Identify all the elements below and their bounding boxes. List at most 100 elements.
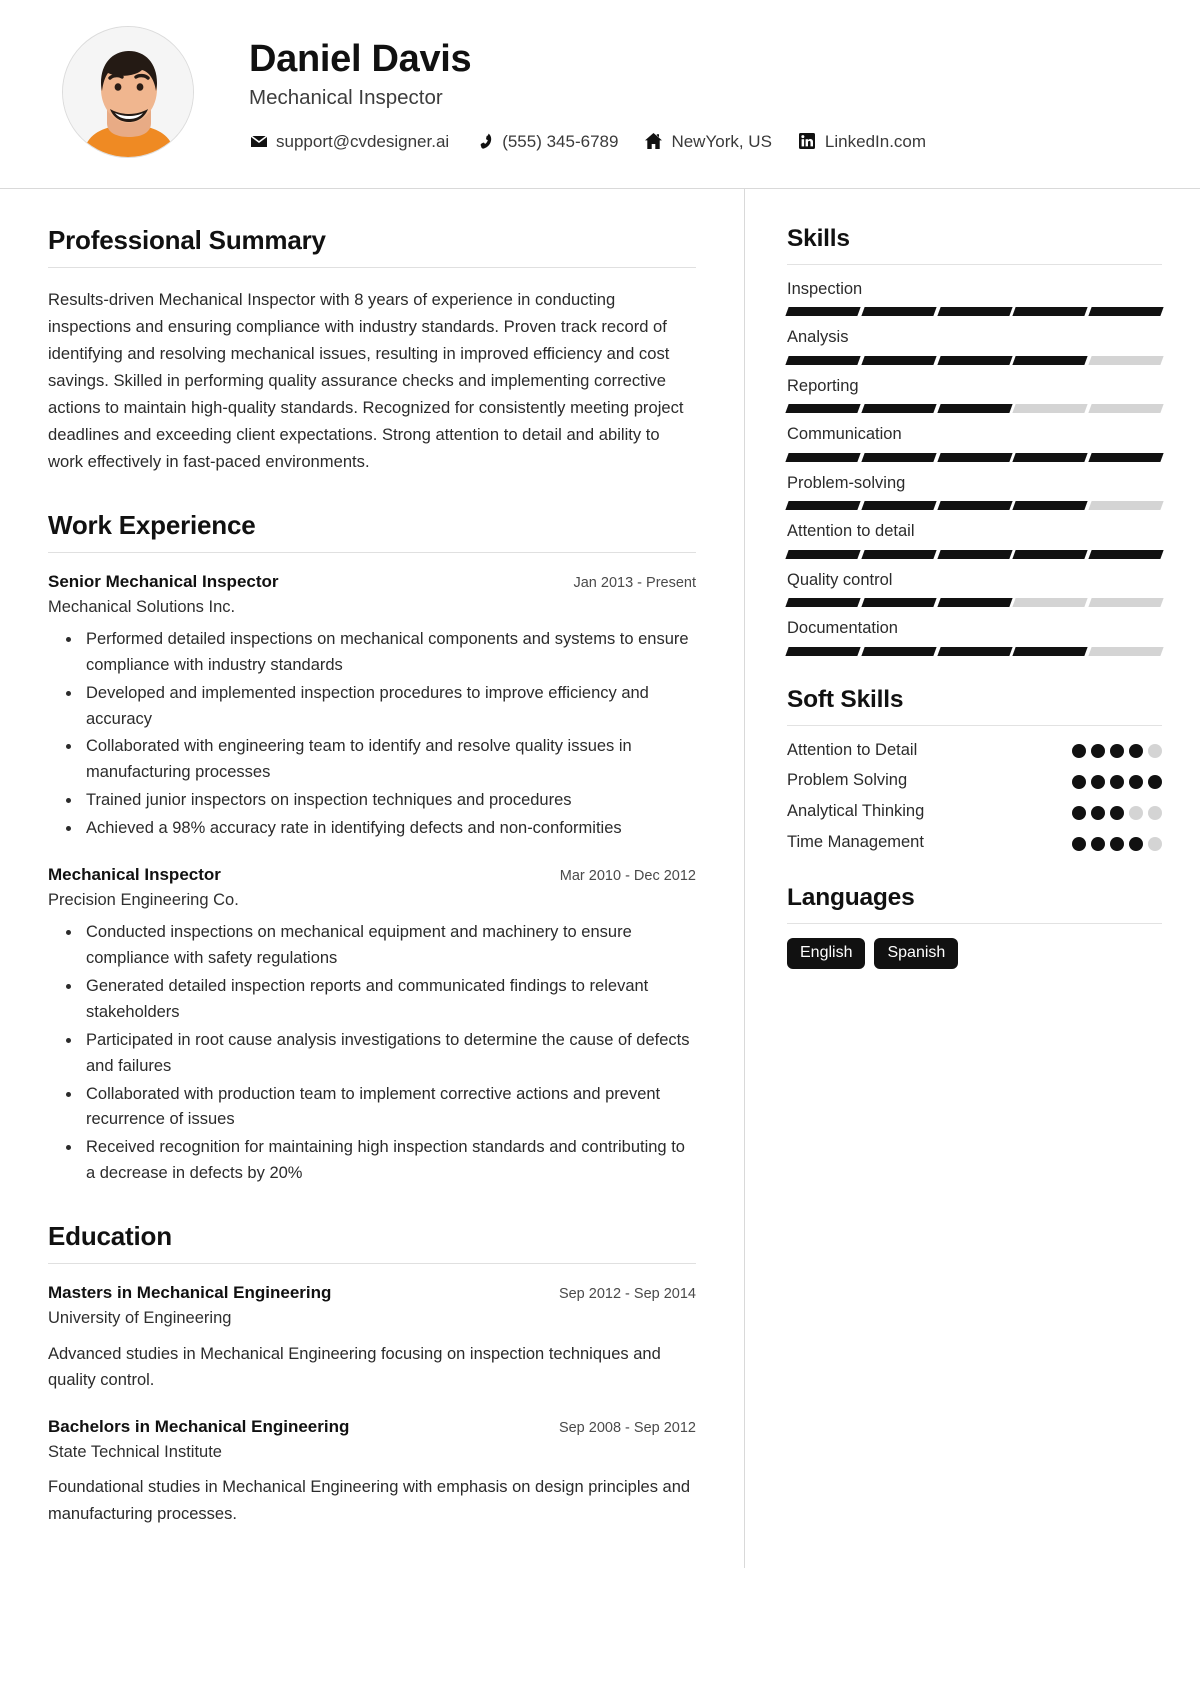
skill-segment	[861, 307, 937, 317]
rating-dot	[1148, 836, 1162, 851]
skill-segment	[936, 598, 1013, 608]
education-date: Sep 2008 - Sep 2012	[558, 1419, 696, 1436]
rating-dot	[1091, 744, 1105, 759]
contact-location[interactable]: NewYork, US	[644, 131, 772, 151]
skill-label: Quality control	[787, 570, 893, 589]
work-bullets: Conducted inspections on mechanical equi…	[48, 920, 696, 1187]
list-item: Participated in root cause analysis inve…	[82, 1028, 696, 1080]
soft-skill-rating	[1072, 835, 1162, 851]
section-skills: Skills Inspection Analysis Reporting Commun…	[785, 225, 1164, 656]
skill-segment	[1088, 307, 1164, 317]
skill-level-bar	[785, 501, 1164, 511]
skill-segment	[1088, 598, 1164, 608]
skill-label: Attention to detail	[787, 522, 915, 541]
divider	[48, 551, 696, 553]
skill-segment	[936, 355, 1013, 365]
skill-segment	[785, 307, 861, 317]
soft-skill-row: Attention to Detail	[787, 740, 1162, 762]
language-tag: English	[787, 937, 866, 969]
education-school: State Technical Institute	[48, 1442, 222, 1461]
skill-segment	[861, 598, 937, 608]
contact-location-text: NewYork, US	[671, 131, 772, 151]
soft-skill-label: Analytical Thinking	[787, 802, 925, 821]
work-company: Mechanical Solutions Inc.	[48, 597, 236, 616]
soft-skills-list: Attention to Detail Problem Solving Analyt…	[787, 740, 1162, 854]
summary-text: Results-driven Mechanical Inspector with…	[48, 290, 684, 472]
language-tag: Spanish	[874, 937, 959, 969]
education-entry-head: Masters in Mechanical Engineering Sep 20…	[48, 1282, 696, 1305]
skill-level-bar	[785, 307, 1164, 317]
skill-segment	[861, 452, 937, 462]
work-company: Precision Engineering Co.	[48, 890, 239, 909]
skills-list: Inspection Analysis Reporting Communication…	[785, 279, 1164, 656]
rating-dot	[1072, 744, 1086, 759]
skill-segment	[1088, 355, 1164, 365]
skill-segment	[1012, 598, 1088, 608]
rating-dot	[1129, 775, 1143, 790]
education-school: University of Engineering	[48, 1309, 232, 1328]
education-description: Advanced studies in Mechanical Engineeri…	[48, 1344, 661, 1390]
email-icon	[249, 133, 268, 150]
skill-segment	[785, 646, 861, 656]
rating-dot	[1148, 744, 1162, 759]
skill-item: Communication	[785, 424, 1164, 462]
contact-phone[interactable]: (555) 345-6789	[475, 133, 618, 150]
skill-segment	[785, 404, 861, 414]
header-text-block: Daniel Davis Mechanical Inspector suppor…	[194, 34, 926, 149]
skill-level-bar	[785, 549, 1164, 559]
education-heading: Education	[48, 1221, 172, 1252]
soft-skills-heading: Soft Skills	[787, 685, 904, 713]
skill-segment	[861, 501, 937, 511]
skill-segment	[936, 501, 1013, 511]
work-entry-head: Mechanical Inspector Mar 2010 - Dec 2012	[48, 864, 696, 887]
soft-skill-label: Attention to Detail	[787, 740, 918, 759]
work-bullets: Performed detailed inspections on mechan…	[48, 627, 696, 842]
skill-segment	[936, 307, 1013, 317]
list-item: Conducted inspections on mechanical equi…	[82, 920, 696, 972]
skill-label: Reporting	[787, 376, 859, 395]
soft-skill-rating	[1072, 804, 1162, 820]
section-work-experience: Work Experience Senior Mechanical Inspec…	[48, 510, 696, 1188]
rating-dot	[1129, 744, 1143, 759]
list-item: Collaborated with engineering team to id…	[82, 734, 696, 786]
skill-segment	[936, 452, 1013, 462]
skills-heading: Skills	[787, 225, 850, 252]
list-item: Generated detailed inspection reports an…	[82, 974, 696, 1026]
skill-segment	[861, 404, 937, 414]
contact-email[interactable]: support@cvdesigner.ai	[249, 133, 449, 150]
soft-skill-rating	[1072, 773, 1162, 790]
skill-label: Documentation	[787, 619, 898, 638]
work-entry-head: Senior Mechanical Inspector Jan 2013 - P…	[48, 571, 696, 594]
contact-linkedin[interactable]: LinkedIn.com	[798, 133, 926, 150]
divider	[787, 264, 1162, 265]
resume-body: Professional Summary Results-driven Mech…	[0, 189, 1200, 1568]
list-item: Collaborated with production team to imp…	[82, 1082, 696, 1134]
skill-level-bar	[785, 452, 1164, 462]
contact-phone-text: (555) 345-6789	[502, 131, 619, 151]
contact-email-text: support@cvdesigner.ai	[276, 131, 450, 151]
work-date: Jan 2013 - Present	[573, 574, 696, 591]
list-item: Received recognition for maintaining hig…	[82, 1135, 696, 1187]
skill-item: Quality control	[785, 570, 1164, 608]
skill-segment	[785, 598, 861, 608]
education-degree: Bachelors in Mechanical Engineering	[48, 1416, 350, 1436]
resume-header: Daniel Davis Mechanical Inspector suppor…	[0, 0, 1200, 189]
skill-segment	[936, 646, 1013, 656]
work-entry: Senior Mechanical Inspector Jan 2013 - P…	[48, 571, 696, 842]
section-professional-summary: Professional Summary Results-driven Mech…	[48, 225, 696, 476]
work-position: Mechanical Inspector	[48, 865, 221, 885]
skill-label: Inspection	[787, 280, 863, 298]
contact-linkedin-text: LinkedIn.com	[824, 131, 927, 151]
skill-level-bar	[785, 355, 1164, 365]
rating-dot	[1091, 775, 1105, 790]
education-date: Sep 2012 - Sep 2014	[558, 1286, 696, 1303]
education-entry: Bachelors in Mechanical Engineering Sep …	[48, 1416, 696, 1528]
section-languages: Languages English Spanish	[787, 884, 1162, 969]
education-entry: Masters in Mechanical Engineering Sep 20…	[48, 1282, 696, 1394]
divider	[787, 922, 1162, 924]
soft-skill-rating	[1072, 742, 1162, 759]
page-title: Daniel Davis	[249, 38, 472, 81]
section-education: Education Masters in Mechanical Engineer…	[48, 1221, 696, 1527]
skill-segment	[1012, 646, 1088, 656]
languages-list: English Spanish	[787, 937, 1162, 969]
